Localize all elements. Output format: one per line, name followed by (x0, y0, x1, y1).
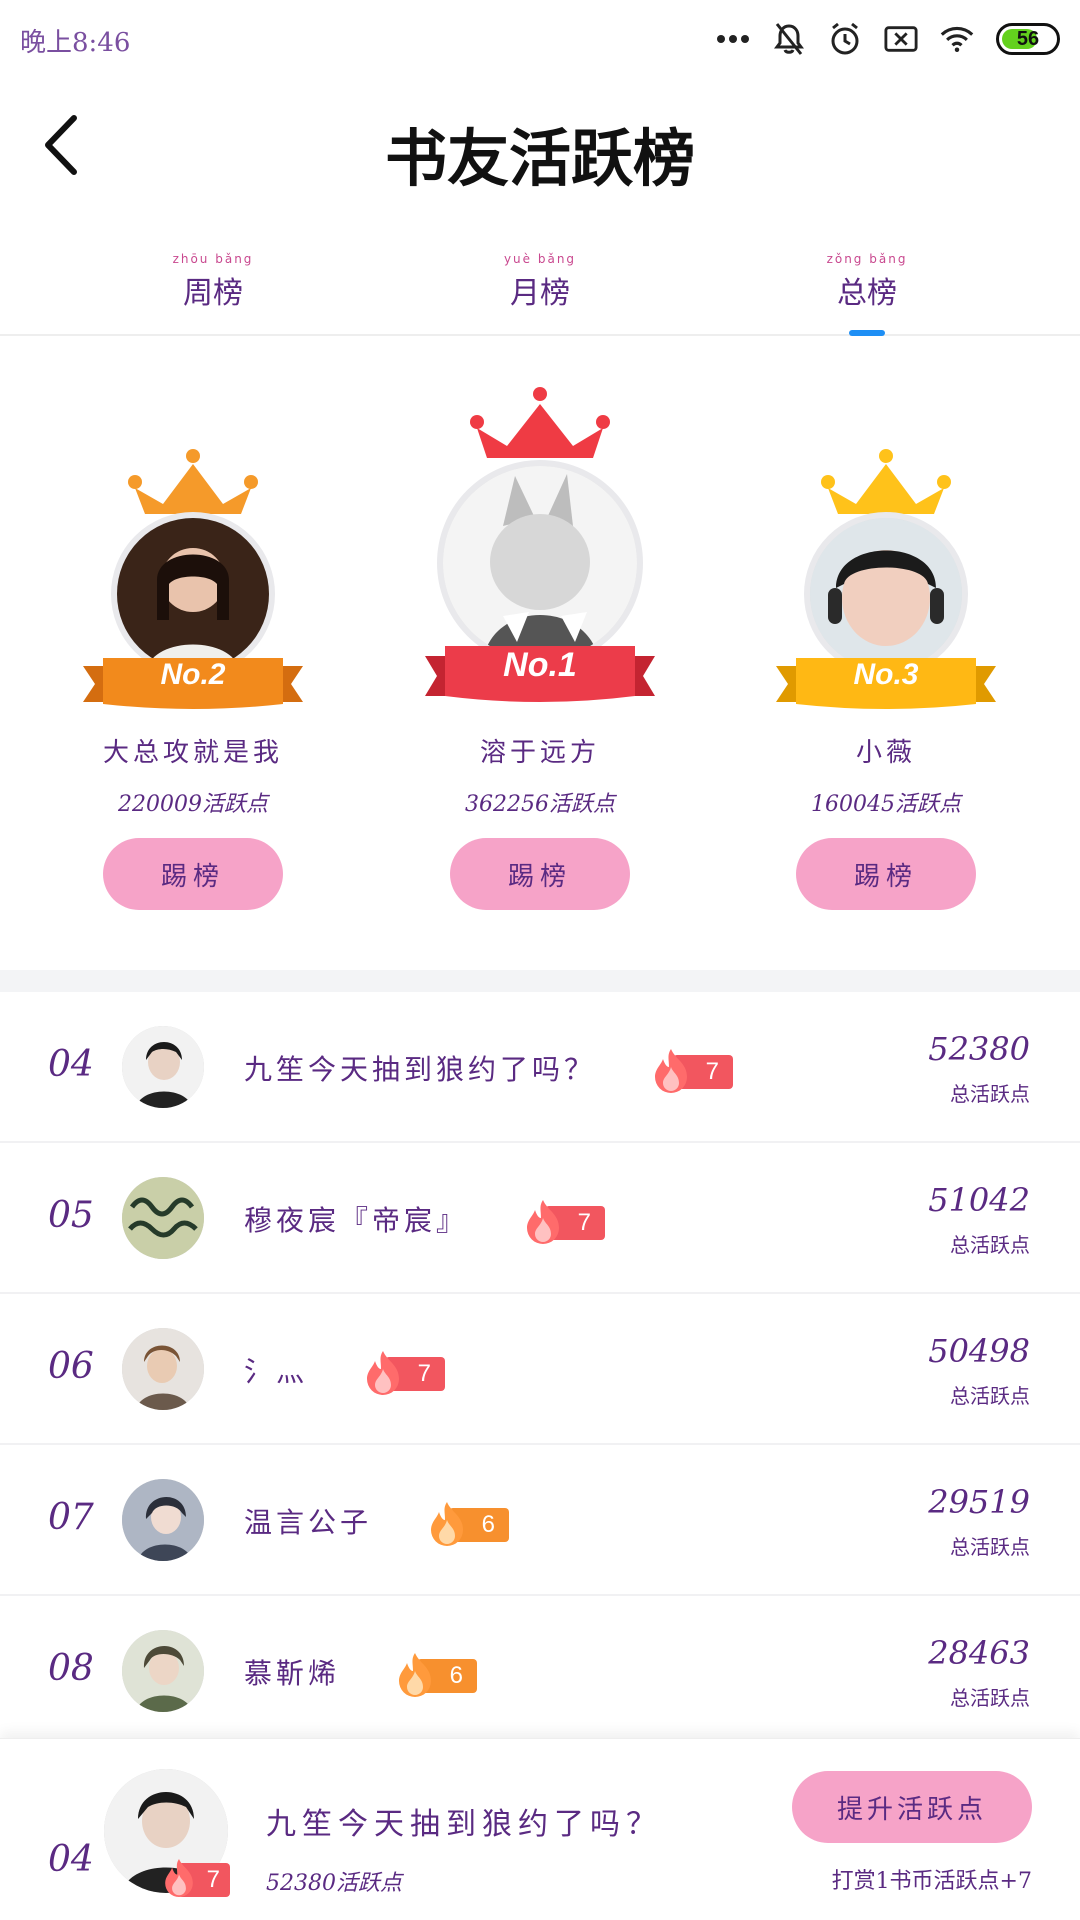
section-divider (0, 970, 1080, 992)
status-bar: 晚上8:46 56 (0, 0, 1080, 80)
fire-icon (398, 1652, 431, 1697)
more-dots-icon (716, 22, 750, 56)
rank-number: 06 (48, 1346, 94, 1387)
user-score: 220009活跃点 (118, 792, 268, 817)
crown-icon (128, 449, 258, 514)
tab-label: 总榜 (837, 276, 897, 311)
fire-icon (165, 1859, 193, 1897)
table-row[interactable]: 04 九笙今天抽到狼约了吗？ 7 52380 总活跃点 (0, 992, 1080, 1143)
boost-hint: 打赏1书币活跃点+7 (831, 1869, 1032, 1894)
fire-icon (654, 1048, 687, 1093)
user-name: 穆夜宸『帝宸』 (244, 1204, 469, 1237)
page-title: 书友活跃榜 (384, 122, 695, 195)
table-row[interactable]: 07 温言公子 6 29519 总活跃点 (0, 1445, 1080, 1596)
user-score: 362256活跃点 (465, 792, 615, 817)
user-name-line: 温言公子 6 (244, 1501, 509, 1546)
avatar[interactable] (122, 1177, 204, 1259)
score-value: 50498 (928, 1332, 1030, 1370)
podium: No.2 大总攻就是我 220009活跃点 踢榜 No.1 溶于远方 36225… (0, 336, 1080, 970)
table-row[interactable]: 06 氵灬 7 50498 总活跃点 (0, 1294, 1080, 1445)
battery-icon: 56 (996, 23, 1060, 55)
tab-label: 周榜 (183, 276, 243, 311)
tab-monthly[interactable]: yuè bǎng 月榜 (470, 252, 610, 322)
user-name: 温言公子 (244, 1506, 373, 1539)
my-rank-number: 04 (48, 1839, 94, 1880)
header: 书友活跃榜 (0, 80, 1080, 210)
user-name-line: 穆夜宸『帝宸』 7 (244, 1199, 605, 1244)
score-value: 51042 (928, 1181, 1030, 1219)
my-score: 52380活跃点 (266, 1871, 402, 1896)
user-name: 氵灬 (244, 1355, 309, 1388)
table-row[interactable]: 05 穆夜宸『帝宸』 7 51042 总活跃点 (0, 1143, 1080, 1294)
battery-level: 56 (1016, 27, 1040, 50)
podium-first: No.1 溶于远方 362256活跃点 踢榜 (425, 336, 655, 970)
table-row[interactable]: 08 慕靳烯 6 28463 总活跃点 (0, 1596, 1080, 1747)
tab-weekly[interactable]: zhōu bǎng 周榜 (143, 252, 283, 322)
rank-number: 05 (48, 1195, 94, 1236)
level-badge: 7 (521, 1199, 605, 1244)
rank-number: 08 (48, 1648, 94, 1689)
score-label: 总活跃点 (950, 1233, 1030, 1257)
sim-x-icon (884, 22, 918, 56)
rank-number: 04 (48, 1044, 94, 1085)
avatar[interactable] (122, 1479, 204, 1561)
user-score: 160045活跃点 (811, 792, 961, 817)
boost-activity-button[interactable]: 提升活跃点 (792, 1771, 1032, 1843)
wifi-icon (940, 22, 974, 56)
bell-muted-icon (772, 22, 806, 56)
user-name-line: 九笙今天抽到狼约了吗？ 7 (244, 1048, 733, 1093)
fire-icon (366, 1350, 399, 1395)
score-label: 总活跃点 (950, 1082, 1030, 1106)
avatar[interactable] (122, 1328, 204, 1410)
tab-total[interactable]: zǒng bǎng 总榜 (797, 252, 937, 336)
score-label: 总活跃点 (950, 1686, 1030, 1710)
rank-number: 07 (48, 1497, 94, 1538)
status-icons: 56 (716, 14, 1060, 64)
alarm-icon (828, 22, 862, 56)
rank-label: No.3 (853, 658, 919, 691)
level-badge: 7 (361, 1350, 445, 1395)
tab-pinyin: zǒng bǎng (826, 252, 908, 266)
score-value: 52380 (928, 1030, 1030, 1068)
my-name: 九笙今天抽到狼约了吗？ (266, 1807, 662, 1842)
score-label: 总活跃点 (950, 1535, 1030, 1559)
tab-pinyin: yuè bǎng (503, 252, 577, 266)
crown-icon (821, 449, 951, 514)
user-name: 小薇 (855, 738, 916, 768)
score-value: 28463 (928, 1634, 1030, 1672)
my-rank-bar: 04 7 九笙今天抽到狼约了吗？ 52380活跃点 提升活跃点 打赏1书币活跃点… (0, 1738, 1080, 1920)
user-name: 溶于远方 (479, 738, 600, 768)
user-name-line: 氵灬 7 (244, 1350, 445, 1395)
tab-pinyin: zhōu bǎng (172, 252, 254, 266)
tab-label: 月榜 (510, 276, 570, 311)
crown-icon (470, 387, 610, 458)
fire-icon (526, 1199, 559, 1244)
user-name-line: 慕靳烯 6 (244, 1652, 477, 1697)
user-name: 慕靳烯 (244, 1657, 341, 1690)
avatar[interactable] (122, 1026, 204, 1108)
podium-third: No.3 小薇 160045活跃点 踢榜 (771, 336, 1001, 970)
avatar[interactable] (122, 1630, 204, 1712)
score-label: 总活跃点 (950, 1384, 1030, 1408)
level-badge: 7 (649, 1048, 733, 1093)
fire-icon (430, 1501, 463, 1546)
tab-bar: zhōu bǎng 周榜 yuè bǎng 月榜 zǒng bǎng 总榜 (0, 240, 1080, 336)
podium-second: No.2 大总攻就是我 220009活跃点 踢榜 (78, 336, 308, 970)
level-badge: 6 (393, 1652, 477, 1697)
rank-list: 04 九笙今天抽到狼约了吗？ 7 52380 总活跃点 05 穆夜宸『帝宸』 7… (0, 992, 1080, 1747)
user-name: 大总攻就是我 (102, 738, 283, 768)
kick-button[interactable]: 踢榜 (103, 838, 283, 910)
kick-button[interactable]: 踢榜 (796, 838, 976, 910)
kick-button[interactable]: 踢榜 (450, 838, 630, 910)
avatar[interactable] (437, 460, 643, 666)
level-badge: 6 (425, 1501, 509, 1546)
score-value: 29519 (928, 1483, 1030, 1521)
rank-label: No.1 (503, 646, 577, 684)
user-name: 九笙今天抽到狼约了吗？ (244, 1053, 597, 1086)
status-time: 晚上8:46 (20, 28, 131, 58)
rank-label: No.2 (160, 658, 226, 691)
my-level-badge: 7 (160, 1859, 230, 1897)
